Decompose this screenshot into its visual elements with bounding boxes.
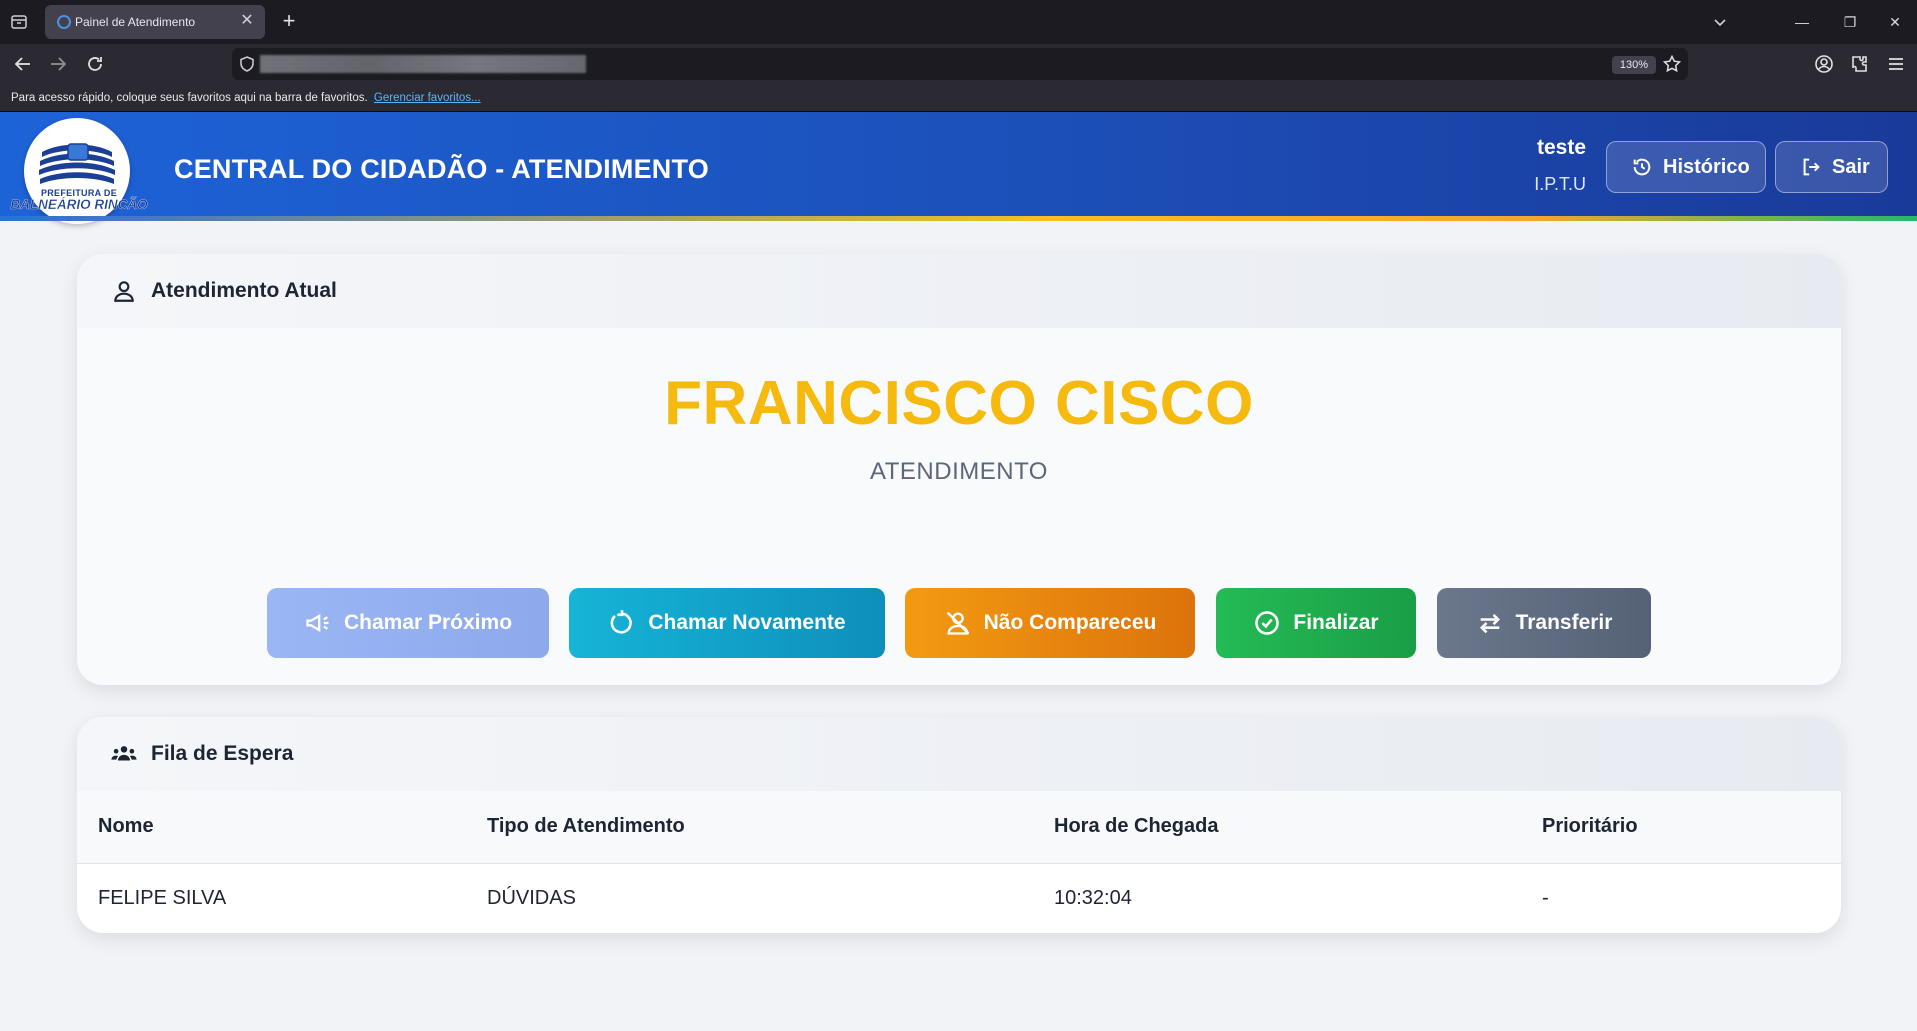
loading-favicon-icon — [57, 15, 71, 29]
user-role: I.P.T.U — [1534, 174, 1586, 194]
current-patient-name: FRANCISCO CISCO — [664, 369, 1254, 438]
tab-close-icon[interactable]: ✕ — [237, 11, 257, 31]
history-button[interactable]: Histórico — [1606, 141, 1766, 193]
bookmarks-bar: Para acesso rápido, coloque seus favorit… — [0, 84, 1917, 112]
tab-title: Painel de Atendimento — [75, 15, 196, 29]
finish-label: Finalizar — [1293, 611, 1379, 634]
column-header-service-type: Tipo de Atendimento — [466, 791, 1033, 864]
column-header-priority: Prioritário — [1521, 791, 1841, 864]
users-group-icon — [111, 746, 137, 761]
header-accent-stripe — [0, 216, 1917, 221]
check-circle-icon — [1255, 611, 1280, 635]
waiting-queue-card: Fila de Espera Nome Tipo de Atendimento … — [77, 717, 1841, 933]
logout-button-label: Sair — [1832, 155, 1870, 178]
cell-priority: - — [1542, 886, 1549, 909]
action-buttons: Chamar Próximo Chamar Novamente Não Comp… — [77, 552, 1841, 685]
browser-nav-bar: 130% — [0, 44, 1917, 84]
page-title: CENTRAL DO CIDADÃO - ATENDIMENTO — [174, 154, 709, 184]
minimize-icon[interactable]: — — [1790, 10, 1814, 34]
cell-service-type: DÚVIDAS — [487, 886, 576, 909]
call-again-label: Chamar Novamente — [648, 611, 846, 634]
history-icon — [1633, 158, 1651, 176]
close-window-icon[interactable]: ✕ — [1883, 10, 1907, 34]
forward-arrow-icon[interactable] — [46, 52, 70, 76]
logout-button[interactable]: Sair — [1775, 141, 1888, 193]
user-icon — [114, 281, 134, 302]
restore-icon[interactable]: ❐ — [1838, 10, 1862, 34]
transfer-arrows-icon — [1479, 613, 1500, 634]
no-show-label: Não Compareceu — [983, 611, 1157, 634]
logout-icon — [1803, 158, 1820, 176]
extensions-icon[interactable] — [1848, 52, 1872, 76]
history-button-label: Histórico — [1663, 155, 1750, 178]
column-header-arrival-time: Hora de Chegada — [1033, 791, 1521, 864]
browser-tab-active[interactable]: Painel de Atendimento ✕ — [45, 5, 265, 39]
app-header: PREFEITURA DE BALNEÁRIO RINCÃO CENTRAL D… — [0, 112, 1917, 224]
waiting-queue-header: Fila de Espera — [77, 717, 1841, 791]
zoom-level-badge[interactable]: 130% — [1612, 56, 1656, 74]
waiting-queue-title: Fila de Espera — [151, 742, 294, 765]
current-service-type: ATENDIMENTO — [870, 458, 1048, 485]
chevron-down-icon[interactable] — [1710, 12, 1730, 32]
call-next-label: Chamar Próximo — [343, 611, 513, 634]
user-slash-icon — [946, 611, 969, 635]
current-attendance-title: Atendimento Atual — [151, 279, 337, 302]
megaphone-icon — [306, 613, 329, 633]
no-show-button[interactable]: Não Compareceu — [905, 588, 1195, 658]
cell-name: FELIPE SILVA — [98, 886, 227, 909]
prefeitura-logo: PREFEITURA DE BALNEÁRIO RINCÃO — [10, 118, 148, 224]
back-arrow-icon[interactable] — [11, 52, 35, 76]
current-attendance-header: Atendimento Atual — [77, 254, 1841, 328]
browser-tab-bar: Painel de Atendimento ✕ + — ❐ ✕ — [0, 0, 1917, 44]
call-next-button[interactable]: Chamar Próximo — [267, 588, 549, 658]
logo-text-bottom: BALNEÁRIO RINCÃO — [10, 197, 148, 212]
table-row: FELIPE SILVA DÚVIDAS 10:32:04 - — [77, 863, 1841, 933]
finish-button[interactable]: Finalizar — [1216, 588, 1416, 658]
menu-icon[interactable] — [1884, 52, 1908, 76]
account-icon[interactable] — [1812, 52, 1836, 76]
redo-icon — [610, 610, 633, 634]
transfer-button[interactable]: Transferir — [1437, 588, 1651, 658]
cell-arrival-time: 10:32:04 — [1054, 886, 1132, 909]
call-again-button[interactable]: Chamar Novamente — [569, 588, 885, 658]
column-header-name: Nome — [77, 791, 466, 864]
redacted-url — [260, 55, 586, 73]
shield-icon[interactable] — [238, 55, 256, 73]
reload-icon[interactable] — [83, 52, 107, 76]
transfer-label: Transferir — [1515, 611, 1613, 634]
current-attendance-card: Atendimento Atual FRANCISCO CISCO ATENDI… — [77, 254, 1841, 685]
bookmark-star-icon[interactable] — [1662, 54, 1682, 74]
table-header-row: Nome Tipo de Atendimento Hora de Chegada… — [77, 791, 1841, 864]
waiting-queue-table: Nome Tipo de Atendimento Hora de Chegada… — [77, 791, 1841, 933]
address-bar[interactable]: 130% — [232, 48, 1688, 80]
new-tab-icon[interactable]: + — [277, 10, 301, 34]
current-patient-panel: FRANCISCO CISCO ATENDIMENTO — [77, 328, 1841, 552]
tab-list-icon[interactable] — [10, 13, 28, 31]
user-name: teste — [1536, 136, 1586, 159]
bookmarks-hint: Para acesso rápido, coloque seus favorit… — [11, 92, 368, 104]
manage-bookmarks-link[interactable]: Gerenciar favoritos... — [374, 92, 481, 104]
